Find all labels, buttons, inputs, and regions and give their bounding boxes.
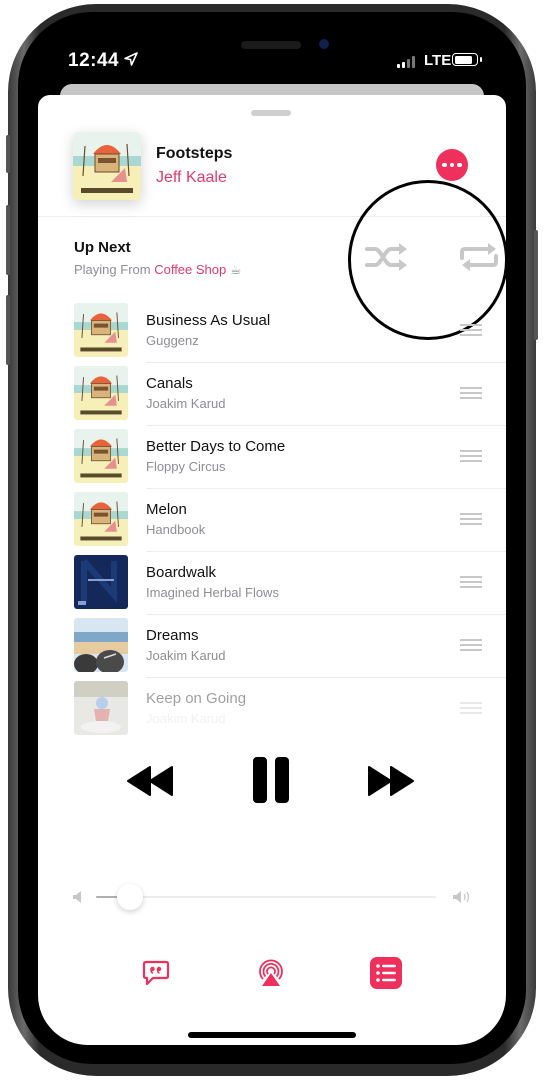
queue-track-title: Boardwalk: [146, 564, 217, 581]
rewind-icon: [127, 766, 173, 796]
queue-row[interactable]: Better Days to Come Floppy Circus: [38, 426, 506, 489]
queue-track-artist: Floppy Circus: [146, 459, 226, 474]
network-type: LTE: [424, 52, 452, 69]
playing-from-label: Playing From Coffee Shop ☕: [74, 262, 242, 278]
playback-controls: [38, 755, 506, 815]
battery-icon: [452, 53, 478, 66]
next-track-button[interactable]: [365, 765, 415, 797]
queue-track-artist: Joakim Karud: [146, 648, 226, 663]
reorder-handle-icon[interactable]: [460, 513, 482, 525]
volume-slider-thumb[interactable]: [117, 884, 143, 910]
queue-track-artist: Joakim Karud: [146, 711, 226, 726]
previous-track-button[interactable]: [126, 765, 176, 797]
up-next-queue: Business As Usual Guggenz Canals Joakim Kar…: [38, 300, 506, 741]
repeat-icon: [460, 243, 498, 271]
side-power-button: [534, 230, 538, 340]
reorder-handle-icon[interactable]: [460, 702, 482, 714]
battery-cap: [480, 57, 482, 62]
shuffle-button[interactable]: [363, 240, 409, 274]
ellipsis-icon-dot: [449, 162, 455, 168]
speaker-low-icon: [73, 891, 81, 903]
queue-row[interactable]: Dreams Joakim Karud: [38, 615, 506, 678]
now-playing-album-art[interactable]: [73, 132, 141, 200]
coffee-emoji: ☕: [229, 262, 242, 277]
reorder-handle-icon[interactable]: [460, 324, 482, 336]
queue-track-title: Business As Usual: [146, 312, 271, 329]
pause-button[interactable]: [248, 755, 294, 805]
shuffle-icon: [365, 243, 407, 271]
repeat-button[interactable]: [456, 240, 502, 274]
queue-track-title: Canals: [146, 375, 193, 392]
location-arrow-icon: [124, 52, 138, 66]
chillhop-album-art: [73, 132, 141, 200]
playlist-link[interactable]: Coffee Shop: [154, 262, 226, 277]
now-playing-sheet: Footsteps Jeff Kaale Up Next Playing Fro…: [38, 95, 506, 1045]
now-playing-artist[interactable]: Jeff Kaale: [156, 169, 227, 187]
lyrics-button[interactable]: [142, 959, 170, 987]
queue-track-title: Better Days to Come: [146, 438, 286, 455]
lyrics-quote-icon: [142, 960, 170, 986]
queue-list-icon: [376, 964, 396, 982]
reorder-handle-icon[interactable]: [460, 450, 482, 462]
ellipsis-icon-dot: [457, 162, 462, 168]
queue-track-artist: Handbook: [146, 522, 206, 537]
fast-forward-icon: [368, 766, 414, 796]
now-playing-header: Footsteps Jeff Kaale: [38, 95, 506, 217]
queue-row[interactable]: Business As Usual Guggenz: [38, 300, 506, 363]
now-playing-title: Footsteps: [156, 145, 233, 162]
airplay-button[interactable]: [256, 958, 286, 988]
queue-album-art: [74, 303, 128, 357]
status-time: 12:44: [68, 50, 120, 71]
queue-row[interactable]: Melon Handbook: [38, 489, 506, 552]
ellipsis-icon-dot: [442, 162, 447, 168]
volume-down-button: [6, 295, 10, 365]
queue-track-artist: Joakim Karud: [146, 396, 226, 411]
queue-album-art: [74, 366, 128, 420]
reorder-handle-icon[interactable]: [460, 387, 482, 399]
playing-from-prefix: Playing From: [74, 262, 151, 277]
queue-row[interactable]: Canals Joakim Karud: [38, 363, 506, 426]
cellular-signal-icon: [397, 56, 415, 68]
reorder-handle-icon[interactable]: [460, 639, 482, 651]
queue-album-art: [74, 555, 128, 609]
queue-row[interactable]: Boardwalk Imagined Herbal Flows: [38, 552, 506, 615]
more-options-button[interactable]: [436, 149, 468, 181]
silent-switch: [6, 135, 10, 173]
status-bar: 12:44 LTE: [40, 44, 504, 76]
queue-album-art: [74, 492, 128, 546]
queue-album-art: [74, 618, 128, 672]
queue-track-title: Keep on Going: [146, 690, 247, 707]
speaker-high-icon: [453, 891, 470, 903]
queue-album-art: [74, 681, 128, 735]
queue-track-artist: Guggenz: [146, 333, 199, 348]
queue-album-art: [74, 429, 128, 483]
queue-track-title: Melon: [146, 501, 187, 518]
queue-track-artist: Imagined Herbal Flows: [146, 585, 279, 600]
volume-slider[interactable]: [96, 884, 436, 910]
queue-list-button[interactable]: [370, 957, 402, 989]
queue-row[interactable]: Keep on Going Joakim Karud: [38, 678, 506, 741]
volume-up-button: [6, 205, 10, 275]
pause-icon: [253, 757, 289, 803]
bottom-toolbar: [38, 955, 506, 995]
up-next-heading: Up Next: [74, 239, 131, 256]
home-indicator[interactable]: [188, 1032, 356, 1038]
volume-control: [38, 884, 506, 915]
airplay-audio-icon: [259, 959, 283, 986]
queue-track-title: Dreams: [146, 627, 199, 644]
reorder-handle-icon[interactable]: [460, 576, 482, 588]
